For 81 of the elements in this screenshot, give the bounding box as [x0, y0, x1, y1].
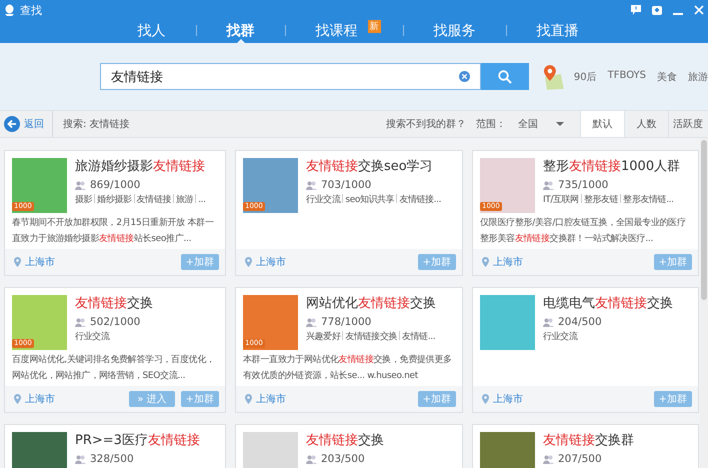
hot-tag-link[interactable]: TFBOYS	[608, 70, 646, 84]
member-count: 778/1000	[321, 315, 372, 329]
member-count: 869/1000	[90, 178, 140, 192]
nav-tab[interactable]: 找人	[130, 18, 174, 43]
group-name[interactable]: 友情链接交换	[75, 295, 219, 313]
member-count: 735/1000	[558, 178, 608, 192]
feedback-icon[interactable]	[631, 5, 641, 15]
search-icon	[498, 70, 512, 84]
location-pin-icon	[245, 257, 252, 267]
location-pin-icon	[14, 394, 21, 404]
scrollbar[interactable]	[700, 138, 708, 468]
location-link[interactable]: 上海市	[493, 255, 523, 269]
nav-tab[interactable]: 找群	[218, 18, 262, 43]
group-not-found-link[interactable]: 搜索不到我的群？	[386, 111, 466, 137]
hot-tag-link[interactable]: 90后	[574, 70, 597, 84]
clear-icon[interactable]	[458, 71, 470, 82]
group-tags: 摄影 婚纱摄影 友情链接 旅游 ...	[75, 193, 206, 208]
members-icon	[306, 180, 317, 190]
member-count: 204/500	[558, 315, 602, 329]
group-description: 本群一直致力于网站优化友情链接交换，免费提供更多有效优质的外链资源，站长se... w.huseo.net	[243, 354, 453, 383]
members-icon	[75, 180, 86, 190]
nav-tab[interactable]: 找直播	[528, 18, 586, 43]
hot-tag-link[interactable]: 旅游	[688, 70, 708, 84]
hot-tag-link[interactable]: 美食	[656, 70, 677, 84]
members-icon	[75, 454, 86, 464]
location-link[interactable]: 上海市	[25, 392, 55, 406]
group-tags: 行业交流 seo知识共享 友情链接...	[306, 193, 442, 208]
search-field[interactable]: 友情链接	[100, 63, 481, 90]
location-link[interactable]: 上海市	[256, 392, 286, 406]
scrollbar-thumb[interactable]	[701, 140, 707, 300]
member-count: 703/1000	[321, 178, 372, 192]
group-name[interactable]: 旅游婚纱摄影友情链接	[75, 158, 219, 176]
caret-icon	[556, 122, 564, 126]
range-label: 范围：	[476, 118, 506, 132]
group-tags: IT/互联网 整形友链 整形友情链...	[543, 193, 674, 208]
member-count: 502/1000	[90, 315, 140, 329]
range-dropdown[interactable]: 全国	[516, 111, 566, 137]
location-pin-icon	[482, 257, 489, 267]
penguin-icon	[4, 4, 15, 16]
location-pin-icon	[482, 394, 489, 404]
back-link[interactable]: 返回	[0, 111, 53, 137]
group-description: 仅限医疗整形/美容/口腔友链互换，全国最专业的医疗整形美容友情链接交换群！一站式解决医疗...	[480, 216, 687, 246]
map-pin-icon[interactable]	[541, 62, 565, 90]
nav-tab[interactable]: 找服务	[426, 18, 484, 43]
group-name[interactable]: 友情链接交换群	[543, 432, 692, 450]
window-title: 查找	[20, 2, 42, 18]
group-name[interactable]: 网站优化友情链接交换	[306, 295, 456, 313]
group-tags: 行业交流	[543, 330, 578, 345]
close-icon[interactable]	[694, 5, 704, 15]
search-query-text: 搜索: 友情链接	[63, 118, 130, 132]
member-count: 207/500	[558, 452, 602, 466]
sort-tab[interactable]: 活跃度	[668, 111, 708, 137]
members-icon	[543, 454, 554, 464]
location-pin-icon	[245, 394, 252, 404]
members-icon	[543, 180, 554, 190]
location-link[interactable]: 上海市	[25, 255, 55, 269]
group-name[interactable]: 友情链接交换	[306, 432, 456, 450]
member-count: 203/500	[321, 452, 365, 466]
group-description: 春节期间不开放加群权限，2月15日重新开放 本群一直致力于旅游婚纱摄影友情链接站长seo推广...	[12, 216, 215, 246]
group-avatar-image	[480, 295, 535, 350]
group-tags: 兴趣爱好 友情链接交换 友情链...	[306, 330, 436, 345]
group-name[interactable]: 电缆电气友情链接交换	[543, 295, 692, 313]
group-name[interactable]: PR>=3医疗友情链接	[75, 432, 219, 450]
new-badge: 新	[368, 20, 380, 33]
group-name[interactable]: 整形友情链接1000人群	[543, 158, 692, 176]
members-icon	[306, 454, 317, 464]
nav-tab[interactable]: 找课程	[308, 18, 366, 43]
location-pin-icon	[14, 257, 21, 267]
members-icon	[543, 318, 554, 326]
location-link[interactable]: 上海市	[256, 255, 286, 269]
group-tags: 行业交流	[75, 330, 110, 345]
member-count: 328/500	[90, 452, 134, 466]
members-icon	[75, 318, 86, 326]
location-link[interactable]: 上海市	[493, 392, 523, 406]
search-button[interactable]	[480, 63, 530, 90]
sort-tab[interactable]: 默认	[580, 111, 624, 137]
sort-tab[interactable]: 人数	[624, 111, 668, 137]
skin-icon[interactable]	[652, 5, 662, 15]
members-icon	[306, 318, 317, 326]
group-name[interactable]: 友情链接交换seo学习	[306, 158, 456, 176]
group-description: 百度网站优化,关键词排名免费解答学习，百度优化，网站优化，网站推广，网络营销，SEO交流...	[12, 354, 216, 383]
